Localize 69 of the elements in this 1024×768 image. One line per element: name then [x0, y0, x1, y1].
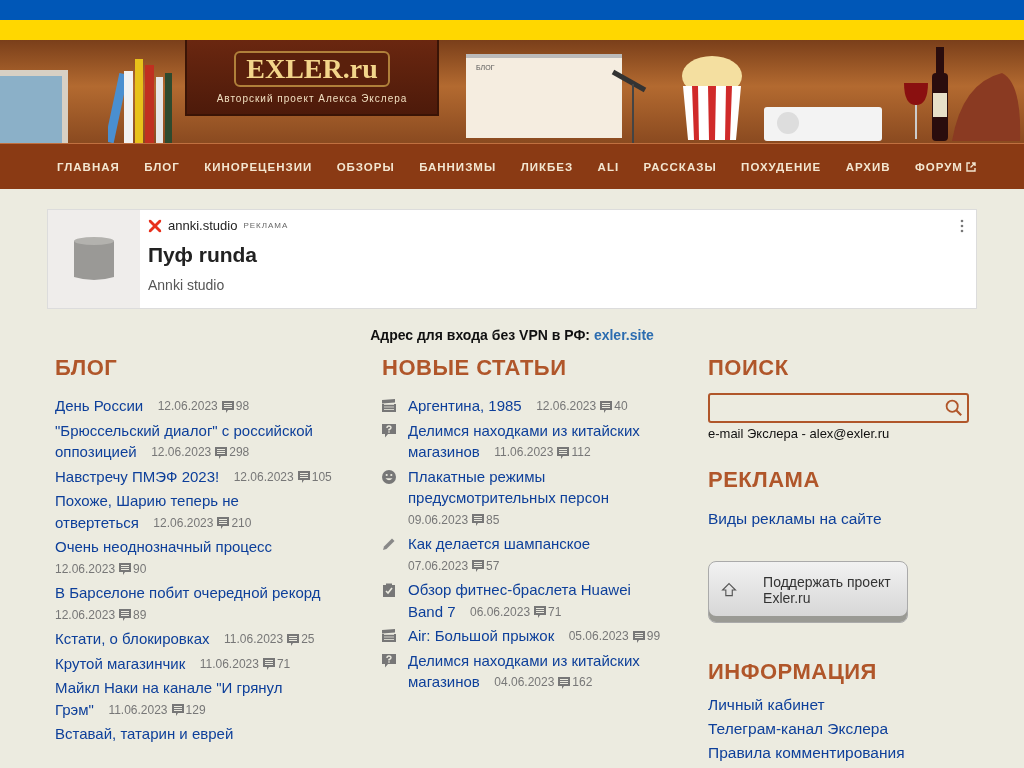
vpn-notice: Адрес для входа без VPN в РФ: exler.site	[369, 327, 655, 343]
section-heading: ИНФОРМАЦИЯ	[708, 659, 878, 685]
post-link[interactable]: В Барселоне побит очередной рекорд 12.06.2023 89	[55, 582, 335, 626]
pouf-drawing	[73, 235, 115, 283]
section-heading: РЕКЛАМА	[708, 467, 821, 493]
article-link[interactable]: Как делается шампанское 07.06.2023 57	[408, 533, 662, 577]
comment-icon	[472, 514, 485, 527]
ad-domain[interactable]: annki.studio	[168, 218, 238, 233]
nav-link[interactable]: БАННИЗМЫ	[419, 160, 497, 173]
comment-icon	[472, 560, 485, 573]
article-link[interactable]: Аргентина, 1985 12.06.2023 40	[408, 395, 628, 418]
email-contact: e-mail Экслера - alex@exler.ru	[708, 426, 891, 441]
mirror-site-link[interactable]: exler.site	[593, 327, 654, 343]
ad-label: РЕКЛАМА	[243, 221, 289, 230]
search-field[interactable]	[708, 393, 969, 423]
post-link[interactable]: Очень неоднозначный процесс 12.06.2023 90	[55, 536, 335, 580]
nav-link[interactable]: БЛОГ	[144, 160, 180, 173]
comment-icon	[557, 446, 570, 459]
article-link[interactable]: Обзор фитнес-браслета Huawei Band 7 06.06.2023 71	[408, 579, 662, 623]
article-link[interactable]: Air: Большой прыжок 05.06.2023 99	[408, 625, 661, 648]
ad-advertiser: Annki studio	[148, 277, 226, 293]
comment-icon	[221, 400, 234, 413]
comment-icon	[171, 704, 184, 717]
comment-icon	[558, 676, 571, 689]
post-link[interactable]: День России 12.06.2023 98	[55, 395, 335, 418]
article-link[interactable]: Делимся находками из китайских магазинов 11.06.2023 112	[408, 419, 662, 464]
ad-card[interactable]: annki.studio РЕКЛАМА Пуф runda Annki studio	[47, 209, 977, 309]
post-link[interactable]: Кстати, о блокировках 11.06.2023 25	[55, 628, 335, 651]
sidebar-link[interactable]: Правила комментирования	[708, 741, 969, 765]
post-link[interactable]: Крутой магазинчик 11.06.2023 71	[55, 652, 335, 675]
nav-link[interactable]: АРХИВ	[845, 160, 891, 173]
comment-icon	[287, 633, 300, 646]
comment-icon	[632, 630, 645, 643]
post-link[interactable]: Вставай, татарин и еврей	[55, 723, 335, 745]
site-tagline: Авторский проект Алекса Экслера	[216, 92, 408, 104]
ad-title[interactable]: Пуф runda	[148, 243, 289, 267]
comment-icon	[600, 400, 613, 413]
comment-icon	[297, 471, 310, 484]
comment-icon	[217, 517, 230, 530]
nav-link[interactable]: ПОХУДЕНИЕ	[741, 160, 822, 173]
comment-icon	[534, 606, 547, 619]
section-heading: БЛОГ	[55, 355, 119, 381]
post-link[interactable]: Похоже, Шарию теперь не отвертеться 12.06.2023 210	[55, 490, 335, 534]
sidebar-link[interactable]: Виды рекламы на сайте	[708, 507, 969, 531]
nav-link[interactable]: КИНОРЕЦЕНЗИИ	[204, 160, 313, 173]
post-link[interactable]: "Брюссельский диалог" с российской оппозицией 12.06.2023 298	[55, 419, 335, 464]
article-link[interactable]: Делимся находками из китайских магазинов 04.06.2023 162	[408, 649, 662, 694]
article-link[interactable]: Плакатные режимы предусмотрительных персон 09.06.2023 85	[408, 465, 662, 531]
sidebar-link[interactable]: Личный кабинет	[708, 693, 969, 717]
comment-icon	[262, 658, 275, 671]
nav-link[interactable]: ALI	[597, 160, 620, 173]
nav-link[interactable]: РАССКАЗЫ	[643, 160, 717, 173]
support-project-button[interactable]: Поддержать проект Exler.ru	[708, 561, 908, 623]
comment-icon	[215, 446, 228, 459]
nav-link[interactable]: ОБЗОРЫ	[336, 160, 395, 173]
section-heading: НОВЫЕ СТАТЬИ	[382, 355, 568, 381]
search-icon[interactable]	[945, 399, 963, 417]
nav-link[interactable]: ЛИКБЕЗ	[520, 160, 574, 173]
sidebar-link[interactable]: Телеграм-канал Экслера	[708, 717, 969, 741]
comment-icon	[119, 563, 132, 576]
post-link[interactable]: Майкл Наки на канале "И грянул Грэм" 11.06.2023 129	[55, 677, 335, 721]
more-options-icon[interactable]	[960, 219, 964, 233]
comment-icon	[119, 609, 132, 622]
nav-link[interactable]: ФОРУМ	[914, 160, 976, 173]
post-link[interactable]: Навстречу ПМЭФ 2023! 12.06.2023 105	[55, 465, 335, 488]
section-heading: ПОИСК	[708, 355, 790, 381]
nav-link[interactable]: ГЛАВНАЯ	[57, 160, 120, 173]
site-logo[interactable]: EXLER.ru	[234, 50, 390, 87]
external-link-icon	[965, 161, 976, 172]
